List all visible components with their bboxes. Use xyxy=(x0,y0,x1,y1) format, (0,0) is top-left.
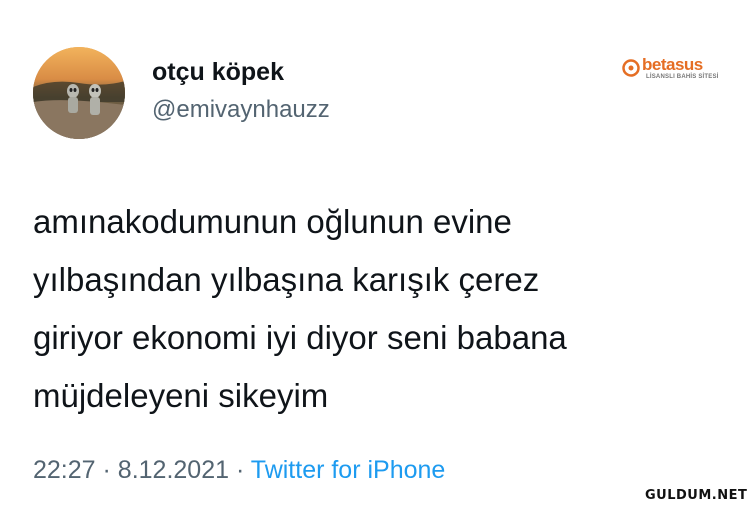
profile-avatar[interactable] xyxy=(33,47,125,139)
tweet-source-link[interactable]: Twitter for iPhone xyxy=(251,456,446,484)
tweet-line: giriyor ekonomi iyi diyor seni babana xyxy=(33,319,567,356)
tweet-body: amınakodumunun oğlunun evine yılbaşından… xyxy=(33,193,723,425)
brand-name: betasus xyxy=(642,55,703,74)
tweet-date[interactable]: 8.12.2021 xyxy=(118,456,229,484)
brand-logo: betasus LİSANSLI BAHİS SİTESİ xyxy=(622,55,726,85)
tweet-metadata: 22:27 · 8.12.2021 · Twitter for iPhone xyxy=(33,456,445,485)
author-handle[interactable]: @emivaynhauzz xyxy=(152,96,330,124)
brand-circle-icon xyxy=(622,59,640,77)
author-display-name[interactable]: otçu köpek xyxy=(152,58,284,87)
tweet-time[interactable]: 22:27 xyxy=(33,456,96,484)
tweet-line: müjdeleyeni sikeyim xyxy=(33,377,329,414)
separator: · xyxy=(235,456,245,484)
site-watermark: GULDUM.NET xyxy=(645,488,748,503)
separator: · xyxy=(102,456,111,484)
tweet-line: amınakodumunun oğlunun evine xyxy=(33,203,512,240)
brand-tagline: LİSANSLI BAHİS SİTESİ xyxy=(646,74,719,80)
tweet-line: yılbaşından yılbaşına karışık çerez xyxy=(33,261,540,298)
avatar-image xyxy=(33,47,125,139)
